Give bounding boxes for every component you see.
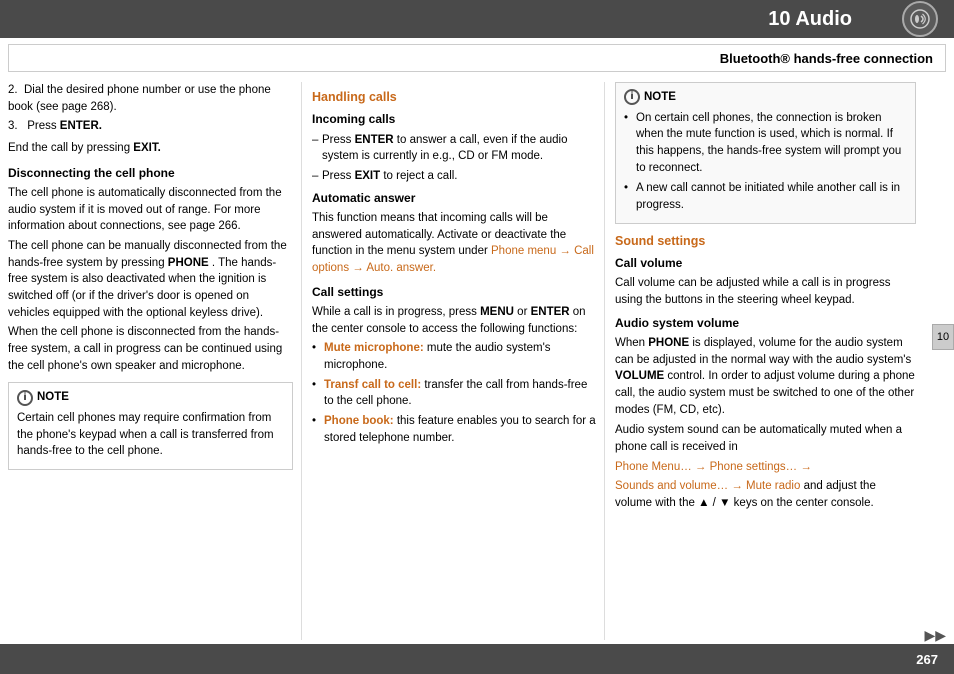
left-column: 2. Dial the desired phone number or use … [8,82,293,640]
right-note-box: i NOTE On certain cell phones, the conne… [615,82,916,224]
call-settings-p: While a call is in progress, press MENU … [312,304,596,337]
right-column: i NOTE On certain cell phones, the conne… [604,82,946,640]
step-2: 2. Dial the desired phone number or use … [8,82,293,115]
audio-orange-lines-2: Sounds and volume… → Mute radio and adju… [615,478,916,511]
right-note-bullet-1: On certain cell phones, the connection i… [624,110,907,177]
automatic-heading: Automatic answer [312,190,596,207]
bullet-mute: Mute microphone: mute the audio system's… [312,340,596,373]
audio-p1: When PHONE is displayed, volume for the … [615,335,916,418]
disconnecting-p2: The cell phone can be manually disconnec… [8,238,293,321]
call-volume-text: Call volume can be adjusted while a call… [615,275,916,308]
audio-icon [902,1,938,37]
info-icon: i [17,390,33,406]
end-call: End the call by pressing EXIT. [8,140,293,157]
incoming-dash-2: Press EXIT to reject a call. [312,168,596,185]
left-note-box: i NOTE Certain cell phones may require c… [8,382,293,470]
main-content: 2. Dial the desired phone number or use … [0,78,954,644]
page-title: 10 Audio [0,8,902,31]
right-note-bullet-2: A new call cannot be initiated while ano… [624,180,907,213]
right-info-icon: i [624,89,640,105]
right-note-header: i NOTE [624,89,907,106]
left-note-header: i NOTE [17,389,284,406]
disconnecting-heading: Disconnecting the cell phone [8,165,293,182]
disconnecting-p3: When the cell phone is disconnected from… [8,324,293,374]
section-title: Bluetooth® hands-free connection [720,51,933,66]
bottom-bar: 267 [0,644,954,674]
page-number: 267 [916,652,938,667]
top-header: 10 Audio [0,0,954,38]
disconnecting-p1: The cell phone is automatically disconne… [8,185,293,235]
left-note-text: Certain cell phones may require confirma… [17,410,284,460]
call-settings-heading: Call settings [312,284,596,301]
middle-column: Handling calls Incoming calls Press ENTE… [301,82,596,640]
nav-arrow: ▶▶ [924,627,946,644]
audio-system-heading: Audio system volume [615,315,916,332]
step-3: 3. Press ENTER. [8,118,293,135]
call-volume-heading: Call volume [615,255,916,272]
audio-p2: Audio system sound can be automatically … [615,422,916,455]
chapter-tab: 10 [932,324,954,350]
incoming-heading: Incoming calls [312,111,596,128]
incoming-dash-1: Press ENTER to answer a call, even if th… [312,132,596,165]
section-bar: Bluetooth® hands-free connection [8,44,946,72]
automatic-p: This function means that incoming calls … [312,210,596,277]
handling-heading: Handling calls [312,88,596,106]
bullet-phonebook: Phone book: this feature enables you to … [312,413,596,446]
bullet-transfer: Transf call to cell: transfer the call f… [312,377,596,410]
sound-heading: Sound settings [615,232,916,250]
page-container: 10 Audio Bluetooth® hands-free connectio… [0,0,954,674]
audio-orange-lines: Phone Menu… → Phone settings… → [615,459,916,476]
